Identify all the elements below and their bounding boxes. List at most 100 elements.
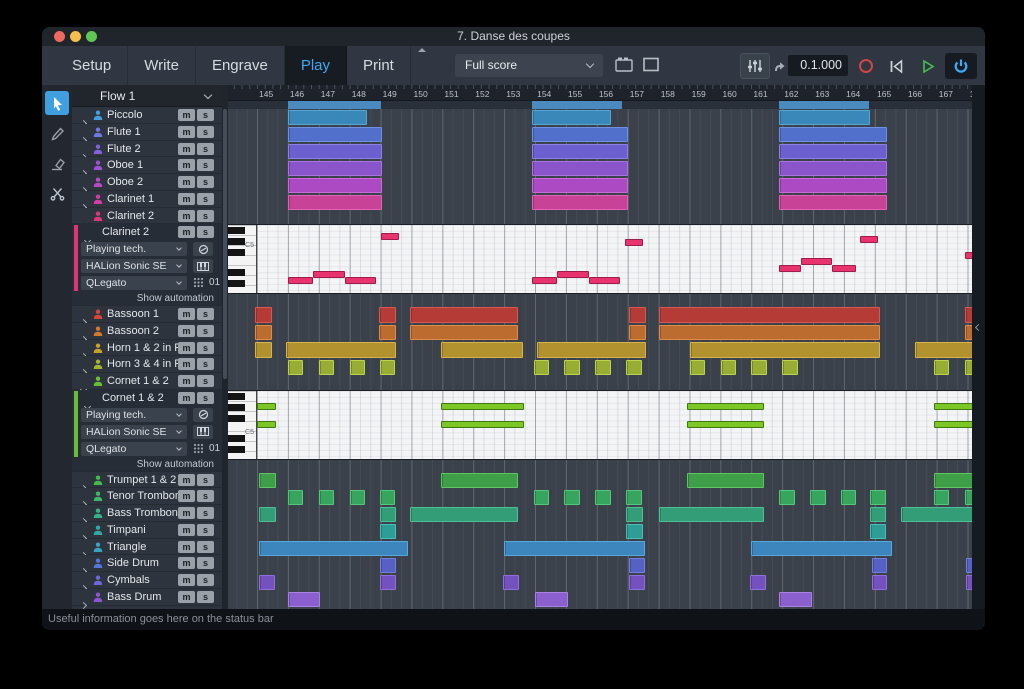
note-block-tenor-trombone-1[interactable] bbox=[934, 490, 949, 505]
note-block-bassoon-2[interactable] bbox=[379, 325, 396, 341]
black-key[interactable] bbox=[228, 446, 245, 453]
halion-sonic-se-dropdown[interactable]: HALion Sonic SE bbox=[81, 425, 187, 439]
note-block-bass-trombone-a[interactable] bbox=[626, 507, 643, 522]
track-row-clarinet-2[interactable]: Clarinet 2ms bbox=[72, 208, 222, 225]
note-block-timpani[interactable] bbox=[626, 524, 643, 539]
note-block-bass-trombone-a[interactable] bbox=[259, 507, 276, 522]
black-key[interactable] bbox=[228, 249, 245, 256]
tab-print[interactable]: Print bbox=[347, 46, 411, 85]
note-block-bassoon-2[interactable] bbox=[965, 325, 972, 341]
black-key[interactable] bbox=[228, 280, 245, 287]
mixer-button[interactable] bbox=[740, 53, 770, 79]
track-row-cymbals[interactable]: Cymbalsms bbox=[72, 572, 222, 589]
note-block-tenor-trombone-1[interactable] bbox=[870, 490, 885, 505]
note-block-oboe-1[interactable] bbox=[532, 161, 628, 176]
piano-keyboard[interactable]: C5 bbox=[228, 225, 257, 293]
note-block-bassoon-2[interactable] bbox=[659, 325, 880, 341]
note-block-horn-3-4-in-f[interactable] bbox=[782, 360, 797, 376]
mute-button[interactable]: m bbox=[178, 159, 195, 171]
track-row-horn-1-2-in-f[interactable]: Horn 1 & 2 in Fms bbox=[72, 340, 222, 357]
note-block-tenor-trombone-1[interactable] bbox=[841, 490, 856, 505]
note-block-trumpet-1-2[interactable] bbox=[687, 473, 764, 488]
note-block-horn-3-4-in-f[interactable] bbox=[350, 360, 365, 376]
mute-button[interactable]: m bbox=[178, 375, 195, 387]
open-instrument-button[interactable] bbox=[193, 259, 213, 273]
midi-note-cornet-1-2[interactable] bbox=[257, 403, 276, 410]
piano-roll-cornet-1-2[interactable]: C5 bbox=[228, 390, 972, 460]
note-block-flute-1[interactable] bbox=[779, 127, 887, 142]
solo-button[interactable]: s bbox=[197, 541, 214, 553]
note-block-flute-2[interactable] bbox=[288, 144, 382, 159]
solo-button[interactable]: s bbox=[197, 193, 214, 205]
track-row-flute-1[interactable]: Flute 1ms bbox=[72, 124, 222, 141]
mute-button[interactable]: m bbox=[178, 143, 195, 155]
mute-button[interactable]: m bbox=[178, 574, 195, 586]
note-block-oboe-1[interactable] bbox=[779, 161, 887, 176]
midi-note-clarinet-2[interactable] bbox=[557, 271, 589, 278]
note-block-cymbals[interactable] bbox=[750, 575, 766, 590]
solo-button[interactable]: s bbox=[197, 126, 214, 138]
note-block-triangle[interactable] bbox=[504, 541, 645, 556]
note-block-cymbals[interactable] bbox=[629, 575, 645, 590]
chevron-right-icon[interactable] bbox=[81, 595, 86, 609]
playing-tech--dropdown[interactable]: Playing tech. bbox=[81, 408, 187, 422]
black-key[interactable] bbox=[228, 393, 245, 400]
black-key[interactable] bbox=[228, 227, 245, 234]
black-key[interactable] bbox=[228, 404, 245, 411]
note-block-tenor-trombone-1[interactable] bbox=[779, 490, 794, 505]
pencil-tool-button[interactable] bbox=[45, 121, 69, 145]
note-block-tenor-trombone-1[interactable] bbox=[595, 490, 610, 505]
note-block-horn-3-4-in-f[interactable] bbox=[288, 360, 303, 376]
note-block-tenor-trombone-1[interactable] bbox=[564, 490, 579, 505]
note-block-bassoon-1[interactable] bbox=[659, 307, 880, 323]
note-block-tenor-trombone-1[interactable] bbox=[350, 490, 365, 505]
mute-button[interactable]: m bbox=[178, 210, 195, 222]
note-block-side-drum[interactable] bbox=[872, 558, 887, 573]
solo-button[interactable]: s bbox=[197, 574, 214, 586]
instrument-sub-row[interactable]: Cornet 1 & 2ms bbox=[72, 390, 222, 407]
note-block-horn-3-4-in-f[interactable] bbox=[534, 360, 549, 376]
note-block-bassoon-1[interactable] bbox=[965, 307, 972, 323]
midi-note-cornet-1-2[interactable] bbox=[441, 403, 524, 410]
track-row-bass-trombone-a[interactable]: Bass Trombone ams bbox=[72, 505, 222, 522]
note-block-horn-3-4-in-f[interactable] bbox=[934, 360, 949, 376]
piano-roll-clarinet-2[interactable]: C5 bbox=[228, 224, 972, 294]
halion-sonic-se-dropdown[interactable]: HALion Sonic SE bbox=[81, 259, 187, 273]
note-block-tenor-trombone-1[interactable] bbox=[810, 490, 825, 505]
note-block-horn-1-2-in-f[interactable] bbox=[915, 342, 972, 358]
note-block-triangle[interactable] bbox=[259, 541, 409, 556]
note-block-bass-trombone-a[interactable] bbox=[901, 507, 972, 522]
note-block-cymbals[interactable] bbox=[259, 575, 275, 590]
note-block-tenor-trombone-1[interactable] bbox=[319, 490, 334, 505]
event-grid[interactable]: 1451461471481491501511521531541551561571… bbox=[228, 85, 972, 609]
solo-button[interactable]: s bbox=[197, 342, 214, 354]
track-row-tenor-trombone-1[interactable]: Tenor Trombone 1ms bbox=[72, 488, 222, 505]
midi-note-clarinet-2[interactable] bbox=[288, 277, 313, 284]
note-block-horn-3-4-in-f[interactable] bbox=[690, 360, 705, 376]
solo-button[interactable]: s bbox=[197, 375, 214, 387]
note-block-piccolo[interactable] bbox=[779, 110, 870, 125]
note-block-bassoon-2[interactable] bbox=[410, 325, 518, 341]
note-block-bassoon-1[interactable] bbox=[410, 307, 518, 323]
mute-button[interactable]: m bbox=[178, 226, 195, 238]
midi-note-cornet-1-2[interactable] bbox=[441, 421, 524, 428]
mute-button[interactable]: m bbox=[178, 392, 195, 404]
note-block-side-drum[interactable] bbox=[380, 558, 396, 573]
note-block-cymbals[interactable] bbox=[872, 575, 887, 590]
show-automation-link[interactable]: Show automation bbox=[137, 293, 214, 304]
track-row-oboe-1[interactable]: Oboe 1ms bbox=[72, 157, 222, 174]
note-block-trumpet-1-2[interactable] bbox=[934, 473, 972, 488]
mute-button[interactable]: m bbox=[178, 591, 195, 603]
note-block-flute-1[interactable] bbox=[288, 127, 382, 142]
solo-button[interactable]: s bbox=[197, 109, 214, 121]
midi-note-clarinet-2[interactable] bbox=[625, 239, 644, 246]
page-view-icon[interactable] bbox=[614, 56, 634, 73]
midi-note-clarinet-2[interactable] bbox=[532, 277, 557, 284]
track-row-trumpet-1-2[interactable]: Trumpet 1 & 2ms bbox=[72, 472, 222, 489]
note-block-horn-3-4-in-f[interactable] bbox=[319, 360, 334, 376]
layout-selector[interactable]: Full score bbox=[455, 54, 603, 77]
tab-write[interactable]: Write bbox=[128, 46, 196, 85]
cut-tool-button[interactable] bbox=[45, 181, 69, 205]
track-row-piccolo[interactable]: Piccoloms bbox=[72, 107, 222, 124]
solo-button[interactable]: s bbox=[197, 557, 214, 569]
